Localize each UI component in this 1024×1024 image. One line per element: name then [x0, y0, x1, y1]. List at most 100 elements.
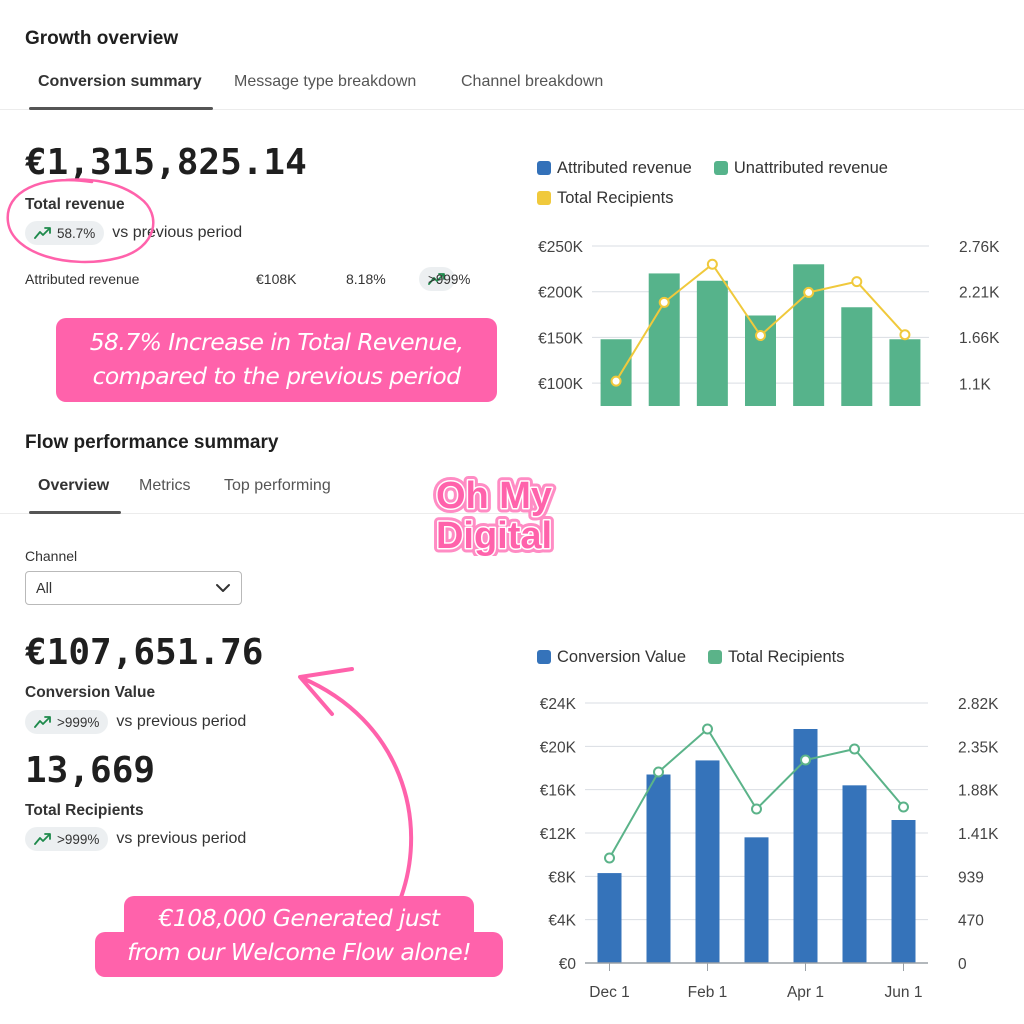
y-left-tick-label: €4K [548, 913, 576, 930]
legend-label: Attributed revenue [557, 158, 692, 177]
line-point [751, 803, 762, 815]
y-right-tick-label: 2.76K [959, 239, 1000, 256]
y-left-tick-label: €100K [538, 376, 583, 393]
y-right-tick-label: 0 [958, 956, 967, 973]
tab-conversion-summary[interactable]: Conversion summary [38, 70, 202, 110]
legend-conversion-value[interactable]: Conversion Value [537, 642, 686, 672]
change-badge: >999% [25, 710, 109, 734]
legend-label: Conversion Value [557, 647, 687, 666]
y-left-tick-label: €250K [538, 239, 583, 256]
line-point [658, 296, 670, 308]
curved-arrow-annotation [298, 667, 414, 902]
channel-filter-select[interactable]: All [25, 571, 242, 605]
y-right-tick-label: 1.66K [959, 330, 1000, 347]
attributed-revenue-change-badge: >999% [419, 267, 470, 291]
y-left-tick-label: €150K [538, 330, 583, 347]
callout-line: from our Welcome Flow alone! [127, 938, 471, 966]
tab-metrics[interactable]: Metrics [139, 474, 191, 514]
x-tick-label: Jun 1 [885, 984, 923, 1001]
legend-swatch [708, 650, 723, 664]
bar [891, 820, 916, 963]
growth-overview-title: Growth overview [25, 28, 179, 49]
line-point [653, 766, 664, 778]
conversion-value-label: Conversion Value [25, 684, 156, 701]
legend-total-recipients[interactable]: Total Recipients [537, 183, 673, 213]
y-right-tick-label: 470 [958, 913, 984, 930]
change-suffix: vs previous period [112, 224, 243, 241]
callout-line: compared to the previous period [92, 362, 461, 390]
total-recipients-change: >999% vs previous period [25, 827, 246, 851]
line-point [898, 801, 909, 813]
bar [842, 785, 867, 963]
bar [793, 264, 825, 406]
trending-up-icon [34, 227, 51, 239]
callout-line: 58.7% Increase in Total Revenue, [89, 328, 464, 356]
bar [889, 339, 921, 406]
tab-channel-breakdown[interactable]: Channel breakdown [461, 70, 603, 110]
tab-message-type-breakdown[interactable]: Message type breakdown [234, 70, 416, 110]
y-right-tick-label: 1.41K [958, 826, 999, 843]
tab-top-performing[interactable]: Top performing [224, 474, 331, 514]
logo-line-1: Oh My [436, 475, 552, 517]
legend-swatch [713, 161, 728, 175]
legend-label: Total Recipients [557, 188, 674, 207]
total-revenue-label: Total revenue [25, 196, 125, 213]
line-point [755, 330, 766, 342]
attributed-revenue-row: Attributed revenue €108K 8.18% >999% [25, 266, 511, 294]
line-point [702, 723, 713, 735]
logo-line-2: Digital [436, 515, 552, 556]
channel-filter-label: Channel [25, 548, 78, 564]
line-point [899, 329, 911, 341]
change-suffix: vs previous period [116, 713, 247, 730]
legend-label: Unattributed revenue [733, 158, 888, 177]
y-right-tick-label: 939 [958, 869, 984, 886]
bar [695, 760, 720, 963]
x-tick-label: Feb 1 [688, 984, 728, 1001]
bar [696, 280, 728, 406]
legend-attributed-revenue[interactable]: Attributed revenue [537, 153, 692, 183]
y-left-tick-label: €20K [540, 739, 577, 756]
total-revenue-change: 58.7% vs previous period [25, 221, 242, 245]
oh-my-digital-logo: Oh My Digital Oh My Digital [431, 471, 556, 557]
y-left-tick-label: €24K [540, 696, 577, 713]
legend-swatch [537, 161, 551, 175]
total-recipients-label: Total Recipients [25, 802, 144, 819]
x-tick-label: Apr 1 [787, 984, 824, 1001]
line-point [851, 276, 863, 288]
active-tab-indicator [29, 511, 121, 514]
y-right-tick-label: 1.88K [958, 783, 999, 800]
y-left-tick-label: €200K [538, 285, 583, 302]
line-point [800, 754, 811, 766]
tab-overview[interactable]: Overview [38, 474, 109, 514]
growth-tabs: Conversion summary Message type breakdow… [0, 70, 1024, 110]
line-point [803, 286, 815, 298]
change-value: 58.7% [57, 225, 96, 241]
change-value: >999% [57, 714, 100, 730]
attributed-revenue-amount: €108K [256, 271, 297, 287]
line-point [610, 375, 622, 387]
bar [841, 307, 873, 406]
change-value: >999% [428, 272, 471, 287]
change-suffix: vs previous period [116, 830, 247, 847]
y-left-tick-label: €8K [548, 869, 576, 886]
bar [744, 837, 769, 963]
callout-line: €108,000 Generated just [158, 904, 440, 932]
y-left-tick-label: €0 [559, 956, 577, 973]
legend-total-recipients[interactable]: Total Recipients [708, 642, 845, 672]
conversion-chart: €0 €4K €8K €12K €16K €20K €24K 0 470 939 1.41K 1.88… [540, 696, 999, 1001]
legend-swatch [537, 650, 551, 664]
y-right-tick-label: 1.1K [959, 377, 992, 394]
revenue-increase-callout: 58.7% Increase in Total Revenue, compare… [56, 318, 497, 402]
top-chart-legend: Attributed revenue Unattributed revenue … [537, 153, 957, 213]
change-badge: >999% [25, 827, 109, 851]
legend-unattributed-revenue[interactable]: Unattributed revenue [713, 153, 888, 183]
bar [600, 339, 632, 406]
bar [745, 315, 776, 406]
bottom-chart-legend: Conversion Value Total Recipients [537, 642, 957, 672]
total-revenue-value: €1,315,825.14 [25, 142, 307, 183]
y-left-tick-label: €12K [540, 826, 577, 843]
change-value: >999% [57, 831, 100, 847]
line-point [849, 743, 860, 755]
y-left-tick-label: €16K [540, 783, 577, 800]
conversion-value: €107,651.76 [25, 632, 264, 673]
